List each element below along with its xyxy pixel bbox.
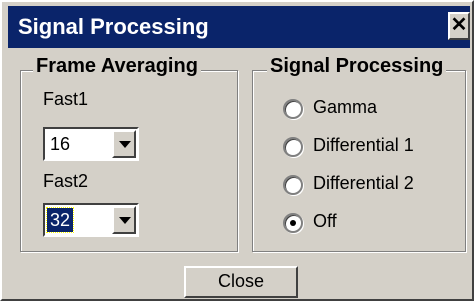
radio-button[interactable] bbox=[283, 213, 303, 233]
fast1-dropdown[interactable]: 16 bbox=[43, 127, 139, 161]
radio-differential-1-label: Differential 1 bbox=[313, 135, 414, 155]
signal-processing-legend: Signal Processing bbox=[267, 55, 447, 78]
fast2-value: 32 bbox=[45, 207, 75, 233]
fast1-value: 16 bbox=[50, 134, 71, 154]
frame-averaging-legend: Frame Averaging bbox=[33, 55, 201, 78]
radio-selected-dot bbox=[290, 220, 296, 226]
fast2-dropdown[interactable]: 32 bbox=[43, 203, 139, 237]
fast2-label: Fast2 bbox=[43, 171, 89, 191]
radio-button[interactable] bbox=[283, 99, 303, 119]
chevron-down-icon bbox=[119, 217, 131, 224]
close-button[interactable]: Close bbox=[184, 266, 298, 298]
fast1-dropdown-button[interactable] bbox=[112, 130, 136, 158]
radio-gamma-label: Gamma bbox=[313, 97, 378, 117]
radio-button[interactable] bbox=[283, 175, 303, 195]
fast2-dropdown-button[interactable] bbox=[112, 206, 136, 234]
signal-processing-dialog: Signal Processing ✕ Frame Averaging Fast… bbox=[0, 0, 474, 301]
close-icon[interactable]: ✕ bbox=[448, 12, 470, 40]
radio-differential-2-label: Differential 2 bbox=[313, 173, 414, 193]
title-bar[interactable]: Signal Processing ✕ bbox=[8, 6, 470, 48]
fast1-label: Fast1 bbox=[43, 89, 89, 109]
radio-button[interactable] bbox=[283, 137, 303, 157]
frame-averaging-group: Frame Averaging Fast1 16 Fast2 32 bbox=[20, 55, 238, 252]
signal-processing-group: Signal Processing Gamma Differential 1 D… bbox=[252, 55, 466, 252]
radio-off-label: Off bbox=[313, 211, 337, 231]
window-title: Signal Processing bbox=[18, 14, 209, 39]
chevron-down-icon bbox=[119, 141, 131, 148]
